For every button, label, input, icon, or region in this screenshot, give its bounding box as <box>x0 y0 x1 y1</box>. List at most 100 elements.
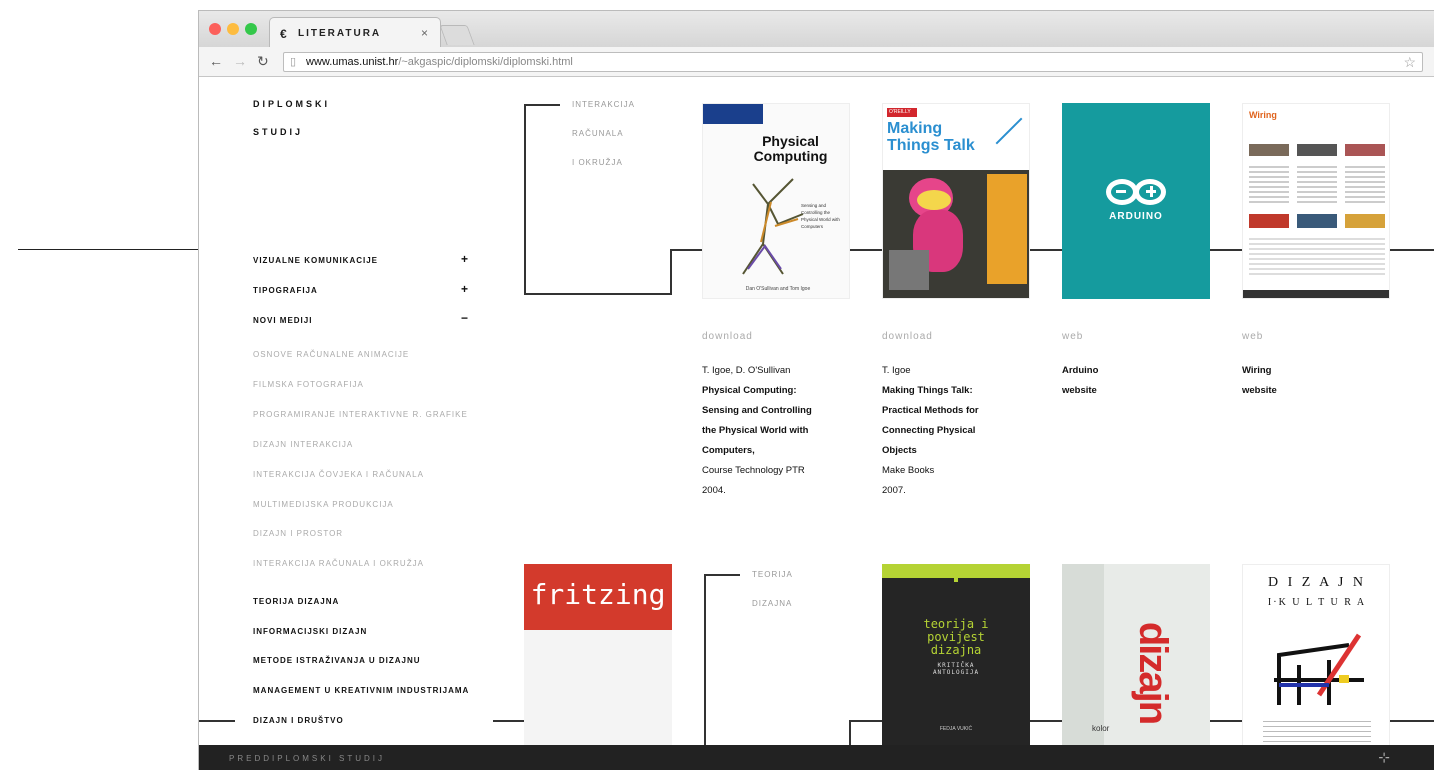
book-title: Making Things Talk: <box>882 385 973 396</box>
cover-title: teorija i povijest dizajna <box>882 618 1030 657</box>
nav-sub-item[interactable]: MULTIMEDIJSKA PRODUKCIJA <box>253 500 394 509</box>
nav-sub-item[interactable]: DIZAJN I PROSTOR <box>253 529 343 538</box>
cover-title: Physical Computing <box>753 133 828 164</box>
browser-toolbar: ← → ↻ ▯ www.umas.unist.hr/~akgaspic/dipl… <box>199 47 1434 77</box>
book-cover-dizajn-i-kultura[interactable]: D I Z A J N I·K U L T U R A <box>1242 564 1390 770</box>
book-cover-physical-computing[interactable]: Physical Computing Sensing and Controlli… <box>702 103 850 299</box>
web-link[interactable]: web <box>1062 331 1083 342</box>
nav-metode-istrazivanja[interactable]: METODE ISTRAŽIVANJA U DIZAJNU <box>253 656 421 665</box>
page-content: DIPLOMSKI STUDIJ VIZUALNE KOMUNIKACIJE +… <box>199 78 1434 770</box>
download-link[interactable]: download <box>702 331 753 342</box>
nav-tipografija[interactable]: TIPOGRAFIJA <box>253 286 318 295</box>
connector-line <box>1209 720 1243 722</box>
book-title: Objects <box>882 445 917 456</box>
infinity-icon <box>1106 179 1166 205</box>
cover-title: Making Things Talk <box>887 120 975 154</box>
sidebar-header-line1: DIPLOMSKI <box>253 99 331 109</box>
tab-title: LITERATURA <box>298 28 382 39</box>
reload-icon[interactable]: ↻ <box>257 53 269 70</box>
bracket-line <box>670 249 672 295</box>
publisher-logo <box>703 104 763 124</box>
cover-art <box>991 112 1027 152</box>
collapse-minus-icon[interactable]: − <box>461 311 468 325</box>
tab-bar: € LITERATURA × <box>199 11 1434 47</box>
cover-title-line: dizajna <box>930 643 982 657</box>
tab-close-icon[interactable]: × <box>421 26 428 40</box>
nav-sub-item[interactable]: FILMSKA FOTOGRAFIJA <box>253 380 364 389</box>
cover-authors: Dan O'Sullivan and Tom Igoe <box>745 286 811 292</box>
book-info-making-things-talk: T. Igoe Making Things Talk: Practical Me… <box>882 361 1042 501</box>
book-info-physical-computing: T. Igoe, D. O'Sullivan Physical Computin… <box>702 361 862 501</box>
nav-sub-item[interactable]: DIZAJN INTERAKCIJA <box>253 440 353 449</box>
cover-subtitle: KRITIČKA ANTOLOGIJA <box>932 662 980 676</box>
bookmark-star-icon[interactable]: ☆ <box>1403 54 1416 71</box>
bracket-line <box>524 104 526 295</box>
resource-info-arduino: Arduino website <box>1062 361 1222 401</box>
nav-informacijski-dizajn[interactable]: INFORMACIJSKI DIZAJN <box>253 627 367 636</box>
forward-arrow-icon[interactable]: → <box>233 53 247 69</box>
expand-plus-icon[interactable]: + <box>461 282 468 296</box>
browser-window: € LITERATURA × ← → ↻ ▯ www.umas.unist.hr… <box>198 10 1434 770</box>
connector-line <box>1389 720 1434 722</box>
nav-vizualne-komunikacije[interactable]: VIZUALNE KOMUNIKACIJE <box>253 256 378 265</box>
cover-vertical-title: dizajn <box>1131 621 1176 724</box>
bracket-line <box>670 249 702 251</box>
url-host: www.umas.unist.hr <box>306 56 399 68</box>
connector-line <box>1389 249 1434 251</box>
zoom-window-button[interactable] <box>245 23 257 35</box>
nav-teorija-dizajna[interactable]: TEORIJA DIZAJNA <box>253 597 339 606</box>
book-title: Sensing and Controlling <box>702 405 812 416</box>
nav-sub-item[interactable]: INTERAKCIJA ČOVJEKA I RAČUNALA <box>253 470 424 479</box>
nav-novi-mediji[interactable]: NOVI MEDIJI <box>253 316 312 325</box>
fritzing-cover[interactable]: fritzing <box>524 564 672 770</box>
book-publisher: Course Technology PTR <box>702 465 805 476</box>
resource-name: Arduino <box>1062 365 1099 376</box>
bracket-line <box>704 574 740 576</box>
cover-editor: FEDJA VUKIĆ <box>939 726 973 732</box>
book-year: 2007. <box>882 485 906 496</box>
fritzing-logo: fritzing <box>524 564 672 630</box>
resource-name: Wiring <box>1242 365 1272 376</box>
bracket-line <box>704 574 706 770</box>
section-label: I OKRUŽJA <box>572 158 623 167</box>
resource-info-wiring: Wiring website <box>1242 361 1402 401</box>
nav-dizajn-i-drustvo[interactable]: DIZAJN I DRUŠTVO <box>253 716 344 725</box>
cover-subtitle: Sensing and Controlling the Physical Wor… <box>801 203 840 229</box>
cover-title: D I Z A J N <box>1268 575 1366 590</box>
connector-line <box>849 720 883 722</box>
expand-plus-icon[interactable]: + <box>461 252 468 266</box>
minimize-window-button[interactable] <box>227 23 239 35</box>
book-cover-making-things-talk[interactable]: O'REILLY Making Things Talk <box>882 103 1030 299</box>
nav-sub-item[interactable]: OSNOVE RAČUNALNE ANIMACIJE <box>253 350 409 359</box>
nav-management[interactable]: MANAGEMENT U KREATIVNIM INDUSTRIJAMA <box>253 686 469 695</box>
connector-line <box>199 720 235 722</box>
crosshair-icon[interactable]: ⊹ <box>1378 749 1390 766</box>
close-window-button[interactable] <box>209 23 221 35</box>
new-tab-button[interactable] <box>439 25 475 45</box>
connector-line <box>1209 249 1243 251</box>
arduino-logo-cover[interactable]: ARDUINO <box>1062 103 1210 299</box>
section-label: INTERAKCIJA <box>572 100 636 109</box>
cover-title: Wiring <box>1249 110 1277 120</box>
web-link[interactable]: web <box>1242 331 1263 342</box>
book-title: Practical Methods for <box>882 405 979 416</box>
book-cover-teorija-dizajna[interactable]: teorija i povijest dizajna KRITIČKA ANTO… <box>882 564 1030 770</box>
back-arrow-icon[interactable]: ← <box>209 53 223 69</box>
footer-preddiplomski-link[interactable]: PREDDIPLOMSKI STUDIJ <box>229 754 385 763</box>
resource-type: website <box>1062 385 1097 396</box>
nav-sub-item[interactable]: INTERAKCIJA RAČUNALA I OKRUŽJA <box>253 559 424 568</box>
book-cover-dizajn[interactable]: dizajn kolor <box>1062 564 1210 770</box>
favicon-icon: € <box>280 27 287 41</box>
browser-tab[interactable]: € LITERATURA × <box>269 17 441 47</box>
cover-subtitle: I·K U L T U R A <box>1267 597 1367 608</box>
arduino-wordmark: ARDUINO <box>1109 211 1163 222</box>
nav-sub-item[interactable]: PROGRAMIRANJE INTERAKTIVNE R. GRAFIKE <box>253 410 468 419</box>
section-label: RAČUNALA <box>572 129 624 138</box>
section-label: DIZAJNA <box>752 599 793 608</box>
bracket-line <box>524 104 560 106</box>
address-bar[interactable]: ▯ www.umas.unist.hr/~akgaspic/diplomski/… <box>283 52 1423 72</box>
wiring-website-screenshot[interactable]: Wiring <box>1242 103 1390 299</box>
download-link[interactable]: download <box>882 331 933 342</box>
dancer-illustration <box>742 178 804 275</box>
bracket-line <box>524 293 672 295</box>
